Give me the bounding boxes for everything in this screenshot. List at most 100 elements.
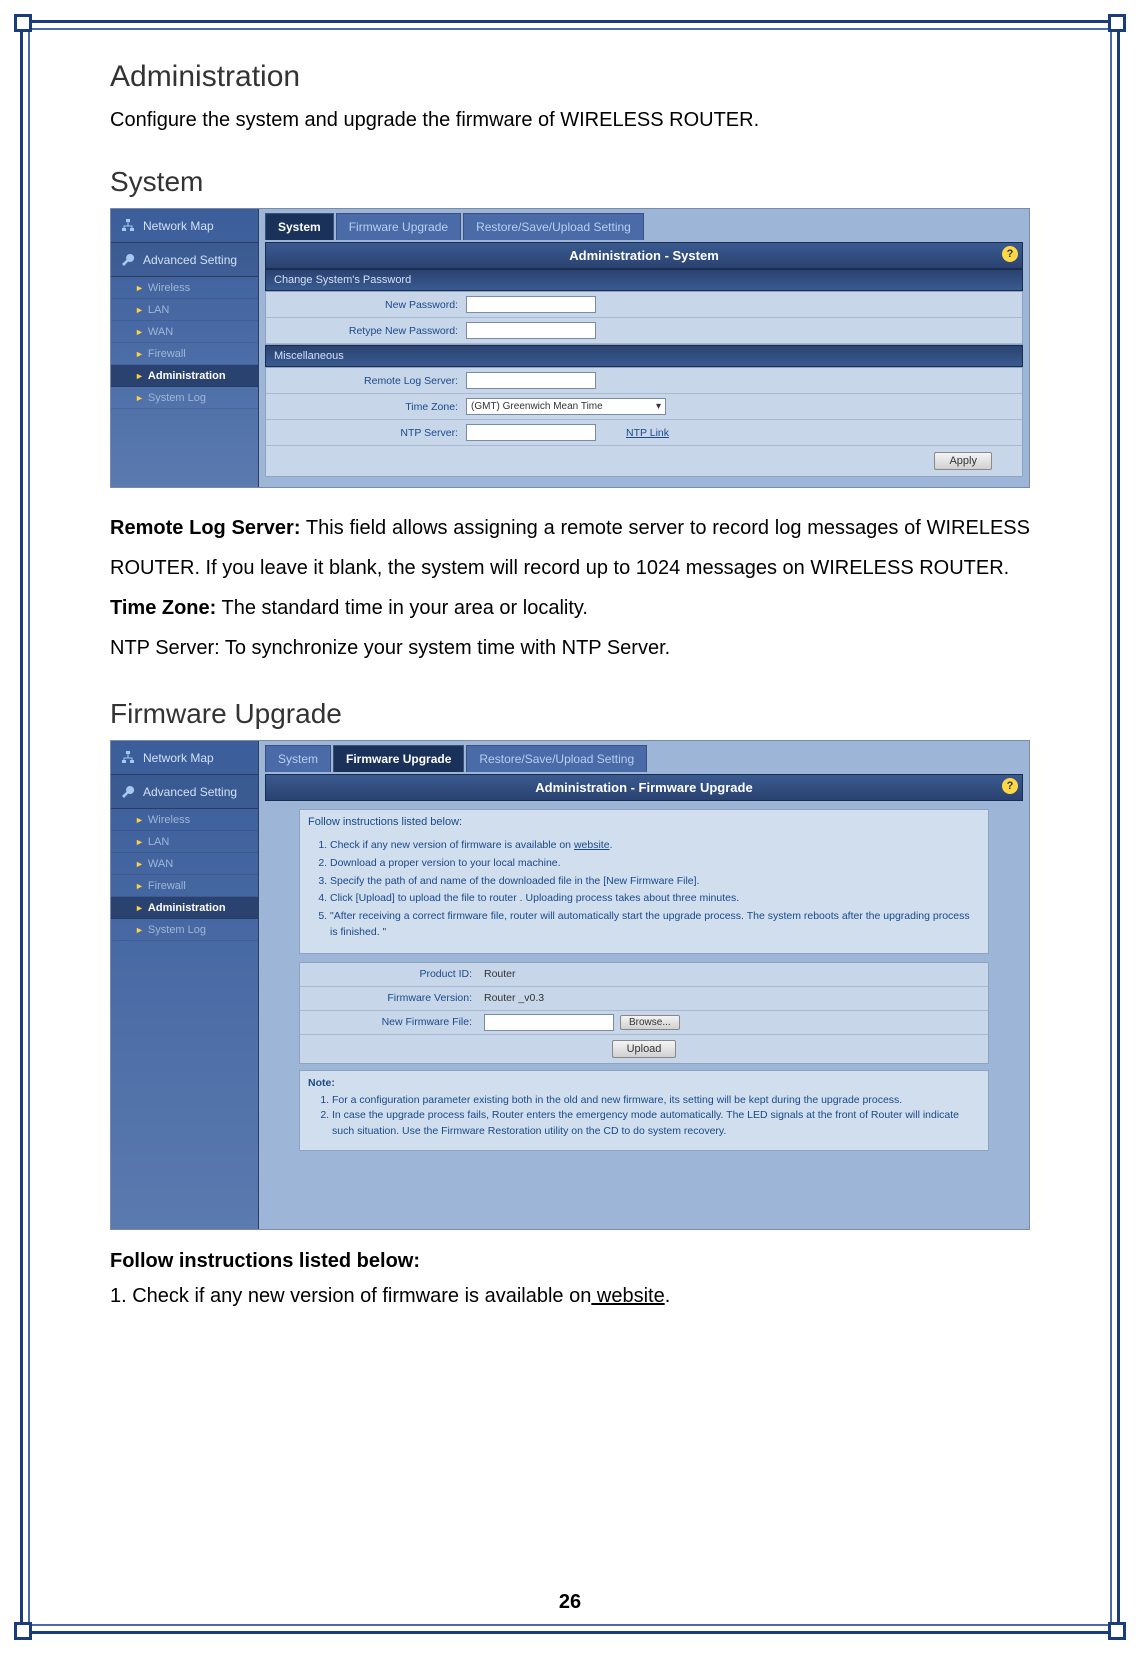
row-new-password: New Password: — [266, 292, 1022, 318]
wrench-icon — [119, 783, 137, 801]
panel-title-text: Administration - System — [569, 248, 719, 263]
sidebar-item-firewall[interactable]: ► Firewall — [111, 343, 258, 365]
sidebar-item-label: System Log — [148, 924, 206, 936]
input-ntp[interactable] — [466, 424, 596, 441]
note-list: For a configuration parameter existing b… — [308, 1089, 980, 1144]
arrow-icon: ► — [135, 283, 144, 293]
sidebar-item-administration[interactable]: ► Administration — [111, 897, 258, 919]
list-item: "After receiving a correct firmware file… — [330, 909, 980, 941]
sidebar-item-firewall[interactable]: ►Firewall — [111, 875, 258, 897]
value-product-id: Router — [480, 968, 516, 980]
intro-text: Configure the system and upgrade the fir… — [110, 104, 1030, 136]
help-icon[interactable]: ? — [1002, 778, 1018, 794]
list-item: Download a proper version to your local … — [330, 856, 980, 872]
panel-title-text: Administration - Firmware Upgrade — [535, 780, 752, 795]
form-misc: Remote Log Server: Time Zone: (GMT) Gree… — [265, 367, 1023, 477]
sidebar-item-wan[interactable]: ►WAN — [111, 853, 258, 875]
row-product-id: Product ID: Router — [300, 963, 988, 987]
label-remote-log: Remote Log Server: — [266, 375, 466, 387]
upload-row: Upload — [300, 1035, 988, 1063]
corner-tl — [14, 14, 32, 32]
sidebar-item-systemlog[interactable]: ►System Log — [111, 387, 258, 409]
follow-head: Follow instructions listed below: — [110, 1250, 1030, 1273]
row-new-firmware: New Firmware File: Browse... — [300, 1011, 988, 1035]
select-timezone-value: (GMT) Greenwich Mean Time — [471, 401, 603, 412]
sidebar-item-systemlog[interactable]: ► System Log — [111, 919, 258, 941]
nav-network-map[interactable]: Network Map — [111, 741, 258, 775]
heading-administration: Administration — [110, 60, 1030, 94]
ntp-link[interactable]: NTP Link — [626, 427, 669, 439]
firmware-table: Product ID: Router Firmware Version: Rou… — [299, 962, 989, 1064]
upload-button[interactable]: Upload — [612, 1040, 677, 1058]
arrow-icon: ► — [135, 393, 144, 403]
instructions-list: Check if any new version of firmware is … — [300, 834, 988, 953]
chevron-down-icon: ▾ — [656, 401, 661, 412]
input-remote-log[interactable] — [466, 372, 596, 389]
network-map-icon — [119, 749, 137, 767]
sidebar-item-label: Administration — [148, 370, 226, 382]
form-password: New Password: Retype New Password: — [265, 291, 1023, 345]
nav-advanced-setting[interactable]: Advanced Setting — [111, 775, 258, 809]
list-item: Click [Upload] to upload the file to rou… — [330, 891, 980, 907]
sidebar-item-lan[interactable]: ►LAN — [111, 831, 258, 853]
list-item: Specify the path of and name of the down… — [330, 874, 980, 890]
nav-label: Advanced Setting — [143, 253, 237, 267]
arrow-icon: ► — [135, 349, 144, 359]
tab-system[interactable]: System — [265, 745, 331, 772]
label-ntp: NTP Server: — [266, 427, 466, 439]
sidebar-item-wireless[interactable]: ►Wireless — [111, 809, 258, 831]
apply-button[interactable]: Apply — [934, 452, 992, 470]
sidebar-item-administration[interactable]: ► Administration — [111, 365, 258, 387]
sidebar-item-label: Administration — [148, 902, 226, 914]
browse-button[interactable]: Browse... — [620, 1015, 680, 1030]
sidebar-item-label: Wireless — [148, 814, 190, 826]
sidebar-item-lan[interactable]: ► LAN — [111, 299, 258, 321]
arrow-icon: ► — [135, 837, 144, 847]
panel-title: Administration - Firmware Upgrade ? — [265, 774, 1023, 801]
instructions-panel: Follow instructions listed below: Check … — [299, 809, 989, 954]
section-change-password: Change System's Password — [265, 269, 1023, 291]
nav-network-map[interactable]: Network Map — [111, 209, 258, 243]
sidebar-item-label: WAN — [148, 858, 173, 870]
follow-1-post: . — [665, 1285, 671, 1307]
tab-firmware-upgrade[interactable]: Firmware Upgrade — [333, 745, 464, 772]
network-map-icon — [119, 217, 137, 235]
website-link[interactable]: website — [574, 839, 610, 851]
arrow-icon: ► — [135, 371, 144, 381]
heading-system: System — [110, 166, 1030, 198]
arrow-icon: ► — [135, 925, 144, 935]
apply-row: Apply — [266, 446, 1022, 476]
heading-firmware: Firmware Upgrade — [110, 698, 1030, 730]
nav-label: Network Map — [143, 751, 214, 765]
nav-advanced-setting[interactable]: Advanced Setting — [111, 243, 258, 277]
follow-line-1: 1. Check if any new version of firmware … — [110, 1285, 1030, 1308]
section-miscellaneous: Miscellaneous — [265, 345, 1023, 367]
sidebar-item-wan[interactable]: ►WAN — [111, 321, 258, 343]
main-panel: System Firmware Upgrade Restore/Save/Upl… — [259, 741, 1029, 1229]
sidebar-item-label: Wireless — [148, 282, 190, 294]
help-icon[interactable]: ? — [1002, 246, 1018, 262]
row-firmware-version: Firmware Version: Router _v0.3 — [300, 987, 988, 1011]
input-new-firmware[interactable] — [484, 1014, 614, 1031]
tab-firmware-upgrade[interactable]: Firmware Upgrade — [336, 213, 461, 240]
sidebar-item-wireless[interactable]: ► Wireless — [111, 277, 258, 299]
follow-1-link[interactable]: website — [591, 1285, 664, 1307]
sidebar-item-label: LAN — [148, 304, 169, 316]
select-timezone[interactable]: (GMT) Greenwich Mean Time ▾ — [466, 398, 666, 415]
input-new-password[interactable] — [466, 296, 596, 313]
arrow-icon: ► — [135, 903, 144, 913]
input-retype-password[interactable] — [466, 322, 596, 339]
panel-title: Administration - System ? — [265, 242, 1023, 269]
arrow-icon: ► — [135, 305, 144, 315]
sidebar: Network Map Advanced Setting ► Wireless ►… — [111, 209, 259, 487]
corner-br — [1108, 1622, 1126, 1640]
arrow-icon: ► — [135, 327, 144, 337]
sidebar-item-label: Firewall — [148, 348, 186, 360]
tab-system[interactable]: System — [265, 213, 334, 240]
label-product-id: Product ID: — [300, 968, 480, 980]
tab-restore-save-upload[interactable]: Restore/Save/Upload Setting — [463, 213, 644, 240]
tab-restore-save-upload[interactable]: Restore/Save/Upload Setting — [466, 745, 647, 772]
label-firmware-version: Firmware Version: — [300, 992, 480, 1004]
row-remote-log: Remote Log Server: — [266, 368, 1022, 394]
corner-tr — [1108, 14, 1126, 32]
